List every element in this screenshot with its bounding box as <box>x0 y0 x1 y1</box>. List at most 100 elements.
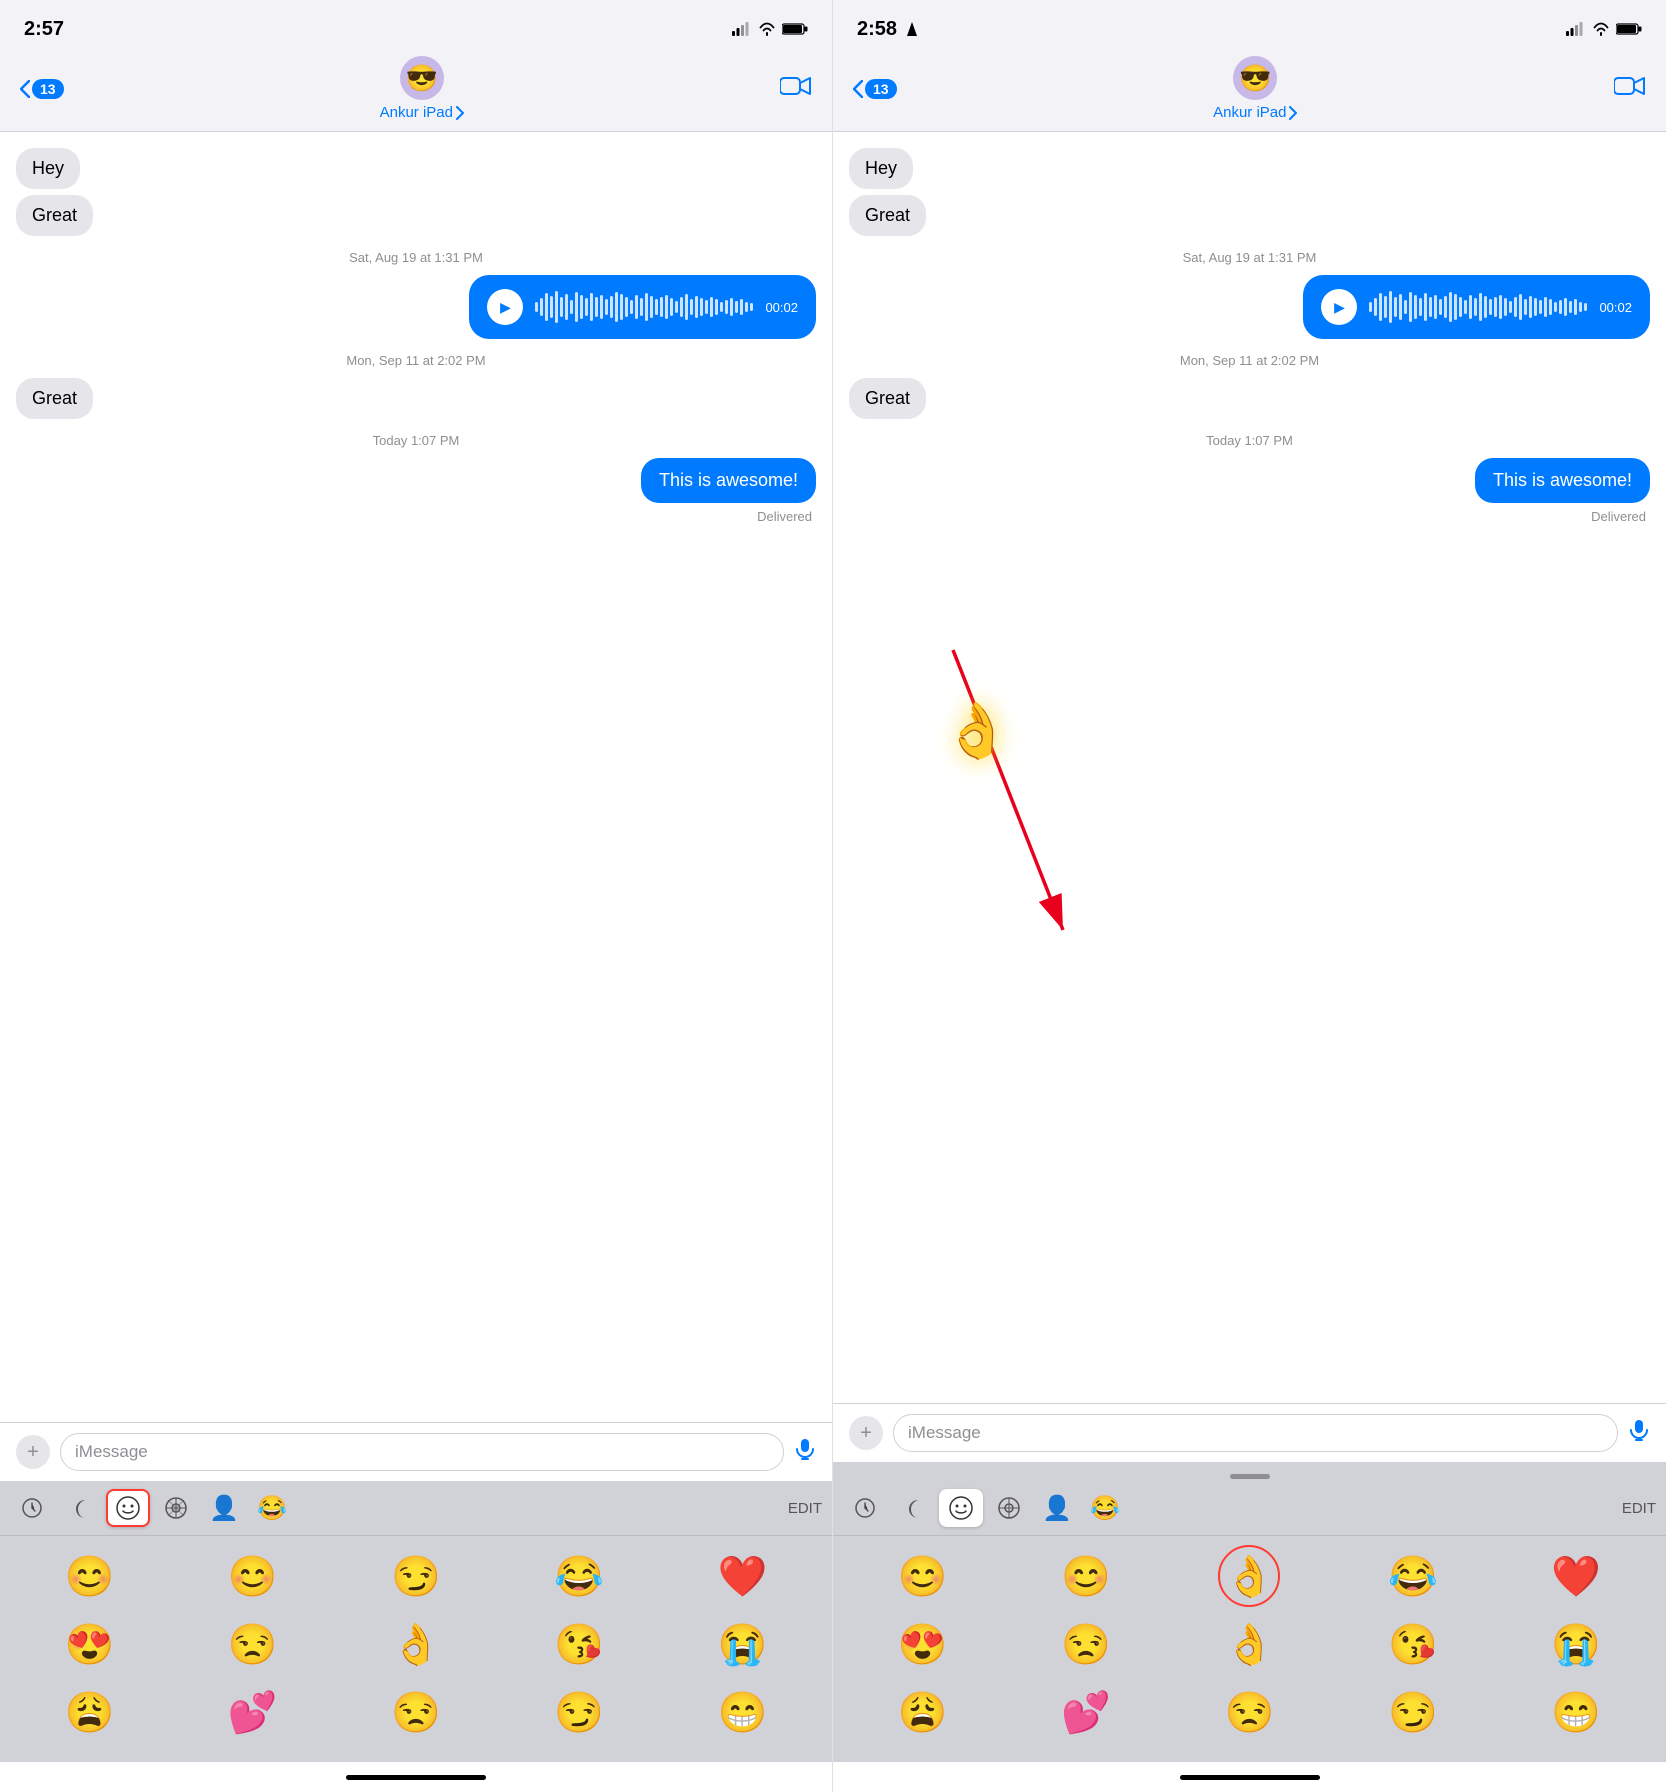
time-left: 2:57 <box>24 18 64 41</box>
timestamp2-right: Mon, Sep 11 at 2:02 PM <box>849 353 1650 368</box>
bubble-awesome-left: This is awesome! <box>641 458 816 503</box>
status-bar-left: 2:57 <box>0 0 832 50</box>
emoji-keyboard-right: 👤 😂 EDIT 😊 😊 👌 😂 ❤️ 😍 😒 👌 😘 😭 😩 💕 😒 😏 😁 <box>833 1481 1666 1762</box>
wifi-icon-left <box>758 22 776 36</box>
emoji-tab-funny-left[interactable]: 😂 <box>250 1489 294 1527</box>
input-bar-right: + iMessage <box>833 1403 1666 1462</box>
video-button-left[interactable] <box>780 75 812 103</box>
emoji-tab-activity-right[interactable] <box>987 1489 1031 1527</box>
emoji-cell-left[interactable]: 😒 <box>334 1678 497 1746</box>
drag-handle-container <box>833 1462 1666 1481</box>
emoji-tab-recent-right[interactable] <box>843 1489 887 1527</box>
home-bar-left <box>346 1775 486 1780</box>
emoji-cell-right[interactable]: 😏 <box>1331 1678 1494 1746</box>
emoji-cell-left[interactable]: 😍 <box>8 1610 171 1678</box>
emoji-tab-funny-right[interactable]: 😂 <box>1083 1489 1127 1527</box>
delivered-label-left: Delivered <box>16 509 816 524</box>
emoji-cell-left[interactable]: ❤️ <box>661 1542 824 1610</box>
emoji-cell-left[interactable]: 💕 <box>171 1678 334 1746</box>
waveform-left <box>535 291 753 323</box>
bubble-great2-left: Great <box>16 378 93 419</box>
emoji-tab-people-right[interactable]: 👤 <box>1035 1489 1079 1527</box>
avatar-right: 😎 <box>1233 56 1277 100</box>
emoji-cell-left[interactable]: 😏 <box>498 1678 661 1746</box>
emoji-cell-right[interactable]: 💕 <box>1004 1678 1167 1746</box>
message-input-right[interactable]: iMessage <box>893 1414 1618 1452</box>
emoji-tabs-right: 👤 😂 EDIT <box>833 1481 1666 1536</box>
emoji-cell-right[interactable]: 😁 <box>1495 1678 1658 1746</box>
emoji-tab-people-left[interactable]: 👤 <box>202 1489 246 1527</box>
contact-info-right[interactable]: 😎 Ankur iPad <box>1213 56 1297 121</box>
timestamp3-right: Today 1:07 PM <box>849 433 1650 448</box>
emoji-cell-right[interactable]: 👌 <box>1168 1610 1331 1678</box>
emoji-cell-ok-right[interactable]: 👌 <box>1168 1542 1331 1610</box>
emoji-cell-right[interactable]: 😒 <box>1004 1610 1167 1678</box>
battery-icon-left <box>782 22 808 36</box>
contact-name-left: Ankur iPad <box>380 104 464 121</box>
emoji-cell-right[interactable]: 😒 <box>1168 1678 1331 1746</box>
emoji-cell-right[interactable]: 😊 <box>1004 1542 1167 1610</box>
back-badge-right: 13 <box>865 79 897 99</box>
bubble-hey-left: Hey <box>16 148 80 189</box>
emoji-cell-left[interactable]: 😩 <box>8 1678 171 1746</box>
messages-area-left: Hey Great Sat, Aug 19 at 1:31 PM ▶ 00:02… <box>0 132 832 1422</box>
emoji-cell-left[interactable]: 😘 <box>498 1610 661 1678</box>
emoji-tab-night-right[interactable] <box>891 1489 935 1527</box>
timestamp2-left: Mon, Sep 11 at 2:02 PM <box>16 353 816 368</box>
timestamp3-left: Today 1:07 PM <box>16 433 816 448</box>
emoji-tab-smiley-right[interactable] <box>939 1489 983 1527</box>
home-bar-right <box>1180 1775 1320 1780</box>
emoji-tab-night-left[interactable] <box>58 1489 102 1527</box>
emoji-cell-right[interactable]: 😍 <box>841 1610 1004 1678</box>
add-button-left[interactable]: + <box>16 1435 50 1469</box>
emoji-cell-left[interactable]: 😂 <box>498 1542 661 1610</box>
time-right: 2:58 <box>857 18 917 41</box>
bubble-hey-right: Hey <box>849 148 913 189</box>
delivered-label-right: Delivered <box>849 509 1650 524</box>
emoji-cell-left[interactable]: 😊 <box>171 1542 334 1610</box>
emoji-cell-ok-left[interactable]: 👌 <box>334 1610 497 1678</box>
audio-bubble-right[interactable]: ▶ 00:02 <box>1303 275 1650 339</box>
emoji-cell-left[interactable]: 😊 <box>8 1542 171 1610</box>
emoji-cell-right[interactable]: 😩 <box>841 1678 1004 1746</box>
emoji-grid-left: 😊 😊 😏 😂 ❤️ 😍 😒 👌 😘 😭 😩 💕 😒 😏 😁 <box>0 1536 832 1752</box>
video-button-right[interactable] <box>1614 75 1646 103</box>
emoji-cell-right[interactable]: 😭 <box>1495 1610 1658 1678</box>
emoji-cell-right[interactable]: 😊 <box>841 1542 1004 1610</box>
emoji-tab-activity-left[interactable] <box>154 1489 198 1527</box>
left-panel: 2:57 13 😎 <box>0 0 833 1792</box>
emoji-cell-right[interactable]: 😘 <box>1331 1610 1494 1678</box>
emoji-cell-right[interactable]: 😂 <box>1331 1542 1494 1610</box>
back-button-left[interactable]: 13 <box>20 79 64 99</box>
play-button-right[interactable]: ▶ <box>1321 289 1357 325</box>
input-placeholder-right: iMessage <box>908 1423 981 1443</box>
back-button-right[interactable]: 13 <box>853 79 897 99</box>
emoji-tab-recent-left[interactable] <box>10 1489 54 1527</box>
emoji-grid-right: 😊 😊 👌 😂 ❤️ 😍 😒 👌 😘 😭 😩 💕 😒 😏 😁 <box>833 1536 1666 1752</box>
mic-button-left[interactable] <box>794 1438 816 1466</box>
add-button-right[interactable]: + <box>849 1416 883 1450</box>
edit-button-right[interactable]: EDIT <box>1622 1500 1656 1517</box>
mic-button-right[interactable] <box>1628 1419 1650 1447</box>
home-indicator-left <box>0 1762 832 1792</box>
edit-button-left[interactable]: EDIT <box>788 1500 822 1517</box>
contact-info-left[interactable]: 😎 Ankur iPad <box>380 56 464 121</box>
message-input-left[interactable]: iMessage <box>60 1433 784 1471</box>
avatar-left: 😎 <box>400 56 444 100</box>
waveform-right <box>1369 291 1587 323</box>
play-button-left[interactable]: ▶ <box>487 289 523 325</box>
home-indicator-right <box>833 1762 1666 1792</box>
emoji-tabs-left: 👤 😂 EDIT <box>0 1481 832 1536</box>
emoji-cell-right[interactable]: ❤️ <box>1495 1542 1658 1610</box>
emoji-cell-left[interactable]: 😒 <box>171 1610 334 1678</box>
nav-bar-left: 13 😎 Ankur iPad <box>0 50 832 132</box>
emoji-cell-left[interactable]: 😁 <box>661 1678 824 1746</box>
timestamp1-right: Sat, Aug 19 at 1:31 PM <box>849 250 1650 265</box>
emoji-cell-left[interactable]: 😭 <box>661 1610 824 1678</box>
bubble-great2-right: Great <box>849 378 926 419</box>
messages-area-right: Hey Great Sat, Aug 19 at 1:31 PM ▶ 00:02… <box>833 132 1666 1403</box>
audio-bubble-left[interactable]: ▶ 00:02 <box>469 275 816 339</box>
emoji-tab-smiley-left[interactable] <box>106 1489 150 1527</box>
bubble-awesome-right: This is awesome! <box>1475 458 1650 503</box>
emoji-cell-left[interactable]: 😏 <box>334 1542 497 1610</box>
